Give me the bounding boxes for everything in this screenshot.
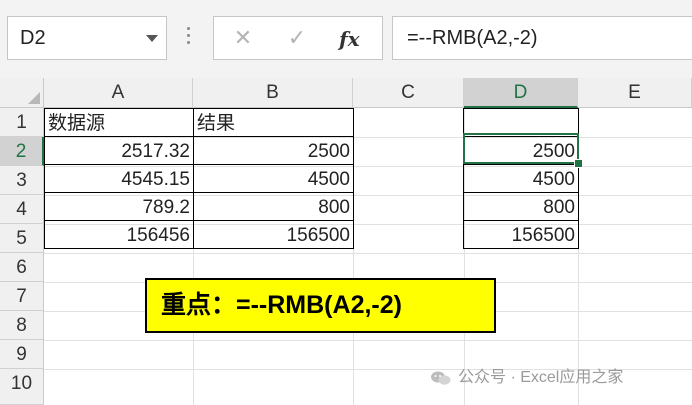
enter-icon[interactable]: ✓ [282,25,312,51]
row-header-5[interactable]: 5 [0,224,44,253]
cell-a2[interactable]: 2517.32 [44,136,194,165]
name-box-value: D2 [20,27,46,49]
row-header-2[interactable]: 2 [0,137,44,166]
gridline [44,253,692,254]
chevron-down-icon[interactable] [146,35,158,42]
column-header-a[interactable]: A [44,78,193,108]
select-all-button[interactable] [0,78,44,108]
cell-b1[interactable]: 结果 [193,108,354,137]
name-box[interactable]: D2 [7,16,167,60]
callout-box: 重点：=--RMB(A2,-2) [145,278,496,333]
more-options-icon[interactable] [187,27,191,49]
cell-d3[interactable]: 4500 [463,164,579,193]
cell-a3[interactable]: 4545.15 [44,164,194,193]
gridline [44,340,692,341]
row-header-1[interactable]: 1 [0,108,44,137]
row-header-6[interactable]: 6 [0,253,44,282]
column-header-b[interactable]: B [193,78,353,108]
fill-handle[interactable] [574,159,583,168]
insert-function-icon[interactable]: fx [339,27,360,51]
formula-bar: D2 ✕ ✓ fx =--RMB(A2,-2) [0,0,692,79]
cell-b4[interactable]: 800 [193,192,354,221]
row-header-8[interactable]: 8 [0,311,44,340]
row-header-3[interactable]: 3 [0,166,44,195]
row-header-10[interactable]: 10 [0,369,44,405]
cell-d4[interactable]: 800 [463,192,579,221]
row-header-4[interactable]: 4 [0,195,44,224]
cell-a4[interactable]: 789.2 [44,192,194,221]
cell-b2[interactable]: 2500 [193,136,354,165]
cancel-icon[interactable]: ✕ [228,25,258,51]
wechat-icon [431,371,451,385]
cell-a5[interactable]: 156456 [44,220,194,249]
formula-text: =--RMB(A2,-2) [407,27,538,49]
cell-d5[interactable]: 156500 [463,220,579,249]
formula-input[interactable]: =--RMB(A2,-2) [392,16,692,60]
active-cell-border [463,133,579,164]
cell-b3[interactable]: 4500 [193,164,354,193]
cell-b5[interactable]: 156500 [193,220,354,249]
column-header-d[interactable]: D [464,78,578,108]
row-header-9[interactable]: 9 [0,340,44,369]
column-header-c[interactable]: C [353,78,464,108]
watermark-text: 公众号 · Excel应用之家 [458,369,624,386]
spreadsheet-grid[interactable]: A B C D E 1 2 3 4 5 6 7 8 9 10 数据源 结果 25… [0,78,692,405]
formula-buttons: ✕ ✓ fx [213,16,383,60]
cell-a1[interactable]: 数据源 [44,108,194,137]
column-header-e[interactable]: E [578,78,692,108]
row-header-7[interactable]: 7 [0,282,44,311]
watermark: 公众号 · Excel应用之家 [430,366,623,390]
